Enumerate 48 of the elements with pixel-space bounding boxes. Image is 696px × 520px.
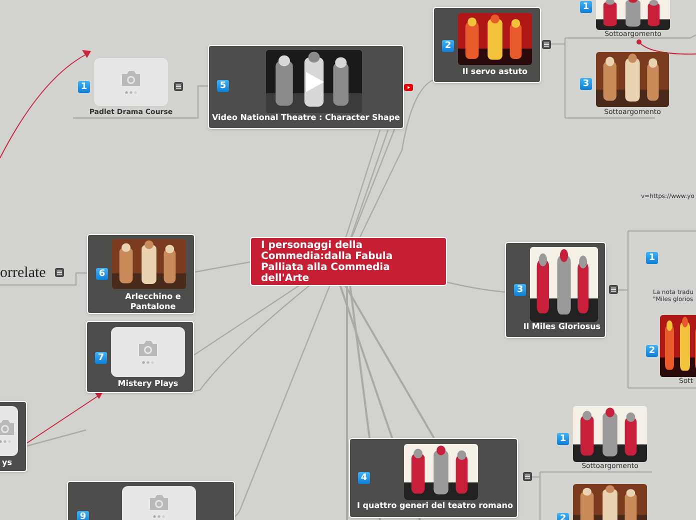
topic-card[interactable]: 6 Arlecchino e Pantalone	[87, 234, 195, 314]
number-badge: 2	[646, 345, 658, 357]
topic-card[interactable]: 2 Il servo astuto	[433, 7, 541, 83]
connector-line	[26, 429, 86, 447]
connector-line	[446, 281, 506, 293]
number-badge: 6	[96, 268, 108, 280]
number-badge: 3	[580, 78, 592, 90]
dots-icon	[142, 361, 154, 364]
number-badge: 3	[514, 284, 526, 296]
notes-icon[interactable]	[55, 268, 64, 277]
number-badge: 1	[646, 252, 658, 264]
topic-card[interactable]: 3 Il Miles Gloriosus	[505, 242, 606, 338]
topic-card[interactable]: 4 I quattro generi del teatro romano	[349, 438, 518, 518]
number-badge: 1	[557, 433, 569, 445]
dots-icon	[125, 91, 137, 94]
number-badge: 7	[95, 352, 107, 364]
play-icon[interactable]	[305, 70, 325, 92]
topic-label: orrelate	[0, 265, 46, 281]
notes-icon[interactable]	[609, 285, 618, 294]
topic-label: I quattro generi del teatro romano	[356, 501, 514, 511]
topic-label: Il servo astuto	[461, 67, 529, 77]
relation-line	[636, 40, 696, 55]
camera-icon	[137, 340, 159, 357]
number-badge: 2	[442, 40, 454, 52]
notes-icon[interactable]	[542, 40, 551, 49]
camera-icon	[148, 494, 170, 511]
topic-label: ys	[1, 458, 13, 468]
topic-label: Mistery Plays	[116, 379, 180, 389]
connector-line	[194, 261, 250, 273]
dots-icon	[0, 440, 11, 443]
topic-card[interactable]: ys	[0, 401, 27, 472]
notes-icon[interactable]	[523, 472, 532, 481]
number-badge: 4	[358, 472, 370, 484]
video-icon[interactable]	[404, 84, 413, 91]
camera-icon	[0, 419, 16, 436]
dots-icon	[153, 515, 165, 518]
topic-card[interactable]: 5 Video National Theatre : Character Shape	[208, 45, 404, 129]
central-topic[interactable]: I personaggi della Commedia:dalla Fabula Palliata alla Commedia dell'Arte	[250, 237, 447, 286]
camera-icon	[120, 70, 142, 87]
topic-label: Arlecchino e Pantalone	[124, 292, 182, 312]
number-badge: 1	[580, 1, 592, 13]
topic-label: Video National Theatre : Character Shape	[212, 113, 400, 123]
number-badge: 9	[77, 511, 89, 520]
topic-label: Il Miles Gloriosus	[522, 322, 602, 332]
number-badge: 1	[78, 81, 90, 93]
topic-card[interactable]: 7 Mistery Plays	[86, 321, 194, 393]
notes-icon[interactable]	[174, 82, 183, 91]
number-badge: 5	[217, 80, 229, 92]
